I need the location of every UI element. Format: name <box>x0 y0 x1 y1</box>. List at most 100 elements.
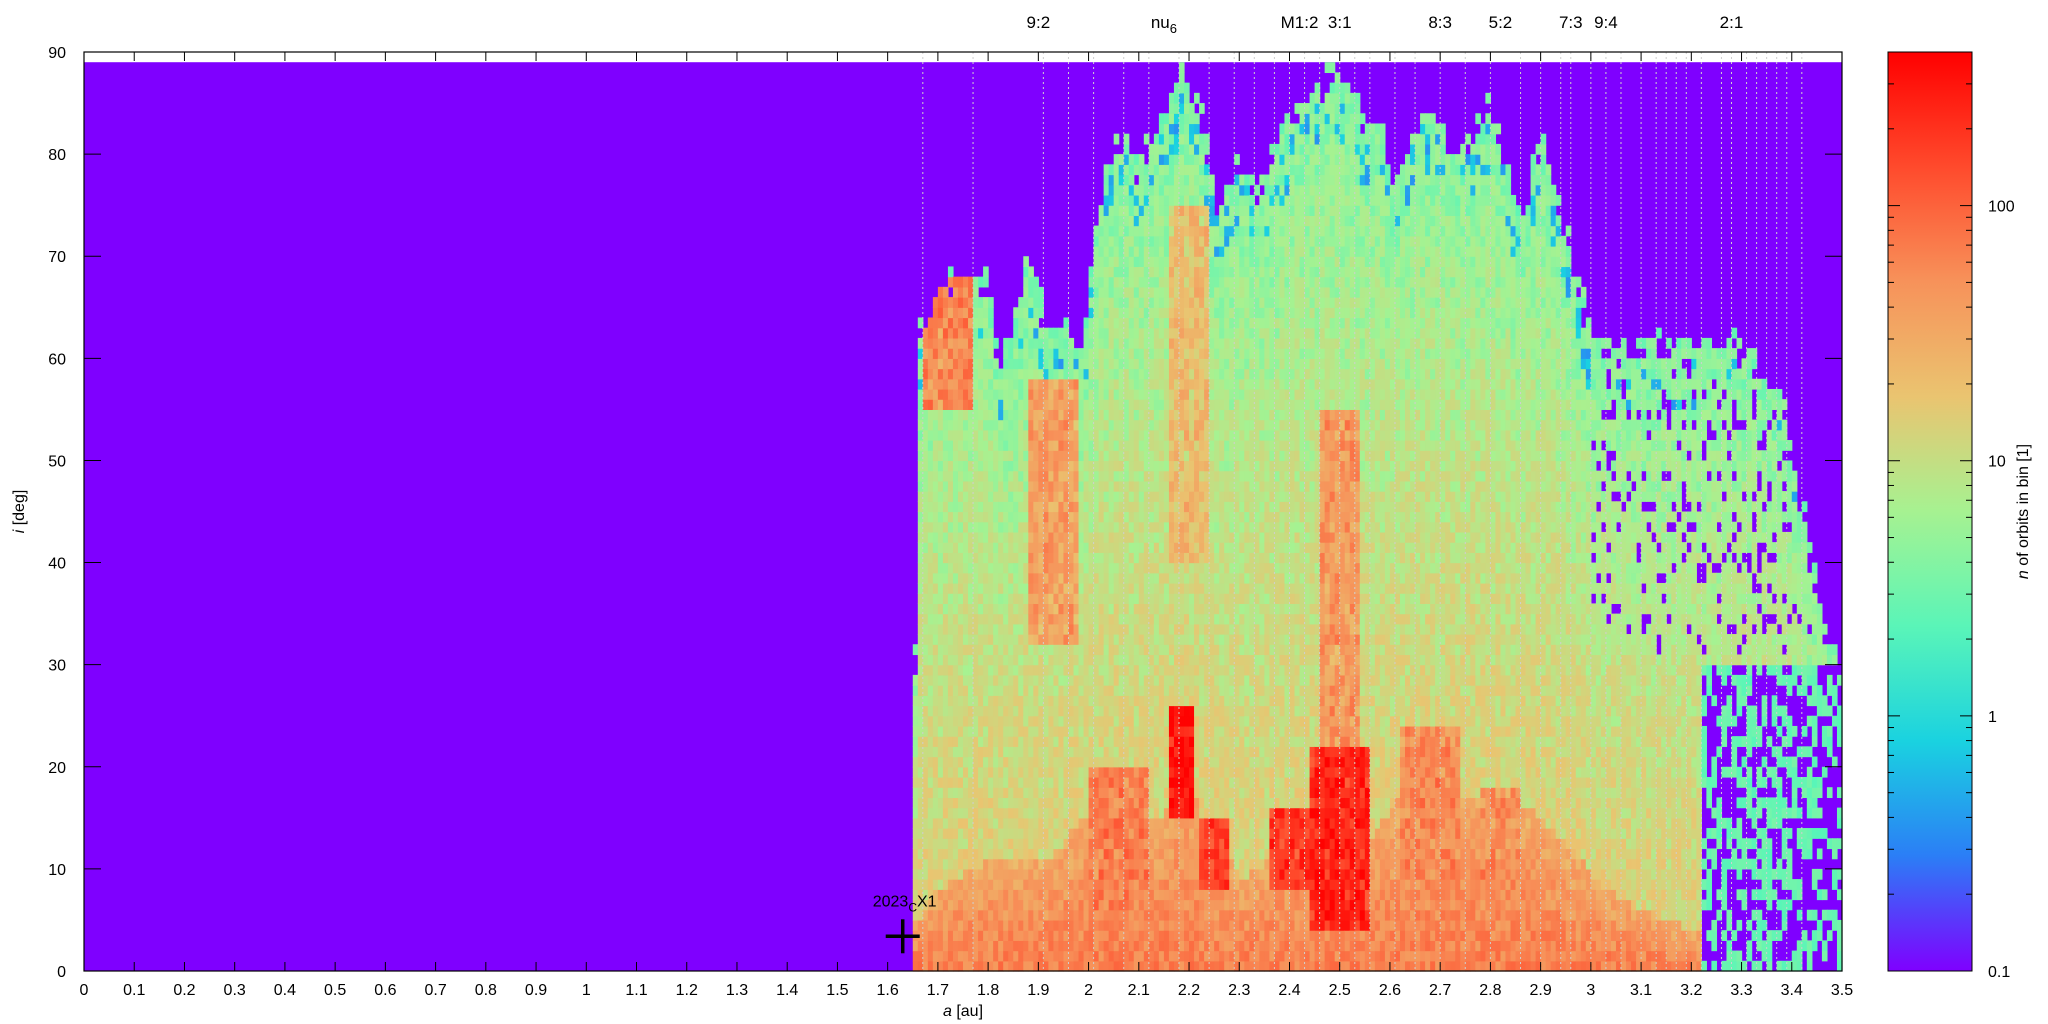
heatmap-cell <box>978 562 984 574</box>
heatmap-cell <box>1219 858 1225 870</box>
heatmap-cell <box>1194 92 1200 104</box>
heatmap-cell <box>1189 542 1195 553</box>
heatmap-cell <box>1219 654 1225 666</box>
heatmap-cell <box>1214 725 1220 737</box>
heatmap-cell <box>1158 480 1165 492</box>
heatmap-cell <box>1178 603 1185 615</box>
heatmap-cell <box>937 368 944 380</box>
heatmap-cell <box>1088 940 1095 952</box>
heatmap-cell <box>1148 225 1155 237</box>
heatmap-cell <box>1148 644 1155 656</box>
heatmap-cell <box>947 266 954 278</box>
heatmap-cell <box>1194 256 1200 268</box>
heatmap-cell <box>1068 766 1075 778</box>
heatmap-cell <box>1033 787 1039 799</box>
heatmap-cell <box>1163 174 1170 186</box>
heatmap-cell <box>1103 654 1110 666</box>
heatmap-cell <box>1189 879 1195 890</box>
heatmap-cell <box>1244 256 1250 268</box>
heatmap-cell <box>1028 725 1034 737</box>
heatmap-cell <box>983 623 989 635</box>
heatmap-cell <box>1138 960 1145 972</box>
heatmap-cell <box>1224 480 1230 492</box>
heatmap-cell <box>978 705 984 717</box>
heatmap-cell <box>1058 388 1065 400</box>
heatmap-cell <box>1038 695 1044 707</box>
heatmap-cell <box>1184 184 1190 196</box>
heatmap-cell <box>1158 930 1165 941</box>
heatmap-cell <box>1219 256 1225 268</box>
heatmap-cell <box>1123 582 1130 594</box>
heatmap-cell <box>922 715 929 727</box>
heatmap-cell <box>988 613 994 625</box>
heatmap-cell <box>1209 807 1215 819</box>
heatmap-cell <box>1163 164 1170 176</box>
heatmap-cell <box>1013 368 1019 380</box>
heatmap-cell <box>1138 940 1145 952</box>
heatmap-cell <box>1133 256 1140 268</box>
heatmap-cell <box>1128 409 1135 421</box>
heatmap-cell <box>1053 725 1060 737</box>
heatmap-cell <box>1028 562 1034 574</box>
heatmap-cell <box>1214 756 1220 768</box>
heatmap-cell <box>1148 337 1155 349</box>
heatmap-cell <box>1249 930 1255 941</box>
heatmap-cell <box>963 511 969 523</box>
heatmap-cell <box>1113 307 1120 319</box>
heatmap-cell <box>1058 542 1065 553</box>
heatmap-cell <box>988 297 994 308</box>
heatmap-cell <box>1018 572 1024 584</box>
heatmap-cell <box>937 930 944 941</box>
heatmap-cell <box>1254 429 1260 441</box>
heatmap-cell <box>1178 705 1185 717</box>
heatmap-cell <box>1178 889 1185 901</box>
heatmap-cell <box>1133 930 1140 941</box>
heatmap-cell <box>1018 378 1024 390</box>
heatmap-cell <box>1219 286 1225 298</box>
heatmap-cell <box>1239 286 1245 298</box>
heatmap-cell <box>1224 664 1230 676</box>
heatmap-cell <box>1209 194 1215 206</box>
heatmap-cell <box>1093 358 1100 370</box>
heatmap-cell <box>1224 266 1230 278</box>
heatmap-cell <box>1003 521 1009 533</box>
heatmap-cell <box>1189 603 1195 615</box>
heatmap-cell <box>1254 623 1260 635</box>
heatmap-cell <box>1023 848 1029 860</box>
heatmap-cell <box>983 358 989 370</box>
heatmap-cell <box>1098 246 1105 257</box>
heatmap-cell <box>1244 705 1250 717</box>
heatmap-cell <box>1028 337 1034 349</box>
heatmap-cell <box>1244 399 1250 410</box>
heatmap-cell <box>1123 879 1130 890</box>
heatmap-cell <box>1053 511 1060 523</box>
heatmap-cell <box>1128 685 1135 696</box>
heatmap-cell <box>1239 337 1245 349</box>
heatmap-cell <box>1033 715 1039 727</box>
heatmap-cell <box>1108 634 1115 645</box>
heatmap-cell <box>1028 552 1034 564</box>
heatmap-cell <box>1153 685 1160 696</box>
heatmap-cell <box>947 725 954 737</box>
heatmap-cell <box>1224 450 1230 462</box>
heatmap-cell <box>1189 337 1195 349</box>
heatmap-cell <box>1003 807 1009 819</box>
heatmap-cell <box>1118 940 1125 952</box>
heatmap-cell <box>1234 572 1240 584</box>
heatmap-cell <box>937 317 944 329</box>
heatmap-cell <box>1003 582 1009 594</box>
heatmap-cell <box>1003 470 1009 482</box>
heatmap-cell <box>1003 695 1009 707</box>
heatmap-cell <box>1128 419 1135 431</box>
heatmap-cell <box>1078 399 1085 410</box>
heatmap-cell <box>978 960 984 972</box>
heatmap-cell <box>1219 868 1225 880</box>
heatmap-cell <box>963 644 969 656</box>
heatmap-cell <box>1239 327 1245 339</box>
heatmap-cell <box>952 960 959 972</box>
heatmap-cell <box>937 725 944 737</box>
heatmap-cell <box>1133 205 1140 216</box>
heatmap-cell <box>1008 378 1014 390</box>
heatmap-cell <box>1003 419 1009 431</box>
heatmap-cell <box>1068 409 1075 421</box>
